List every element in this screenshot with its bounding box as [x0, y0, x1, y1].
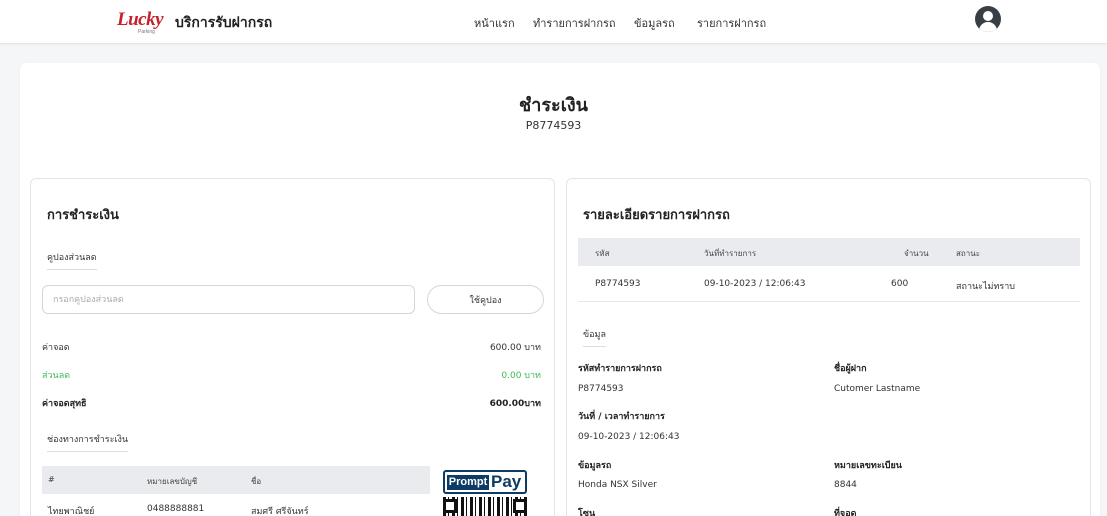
discount-label: ส่วนลด: [42, 371, 71, 381]
plate-label: หมายเลขทะเบียน: [834, 461, 902, 471]
qr-finder-right: [513, 499, 527, 513]
promptpay-logo: Prompt Pay: [443, 470, 527, 494]
nav-new-deposit[interactable]: ทำรายการฝากรถ: [533, 14, 616, 32]
promptpay-pay-text: Pay: [491, 472, 522, 491]
row-divider: [578, 301, 1080, 302]
plate-value: 8844: [834, 480, 857, 490]
row-status: สถานะไม่ทราบ: [956, 282, 1015, 292]
lucky-parking-logo[interactable]: Lucky Parking: [117, 9, 171, 35]
row-amount: 600: [891, 279, 909, 289]
bank-name: ไทยพาณิชย์: [48, 507, 95, 516]
account-number: 0488888881: [147, 504, 205, 514]
user-avatar-icon[interactable]: [975, 6, 1001, 32]
coupon-label: คูปองส่วนลด: [47, 250, 97, 270]
slot-label: ที่จอด: [834, 509, 857, 516]
account-holder: สมศรี ศรีจันทร์: [251, 507, 309, 516]
payment-channels-table: # หมายเลขบัญชี ชื่อ ไทยพาณิชย์ 048888888…: [42, 466, 430, 516]
brand-title[interactable]: บริการรับฝากรถ: [175, 12, 272, 34]
depositor-value: Cutomer Lastname: [834, 384, 921, 394]
col-header-status: สถานะ: [956, 249, 980, 258]
car-info-label: ข้อมูลรถ: [578, 461, 612, 471]
col-header-code: รหัส: [595, 249, 610, 258]
avatar-body: [979, 22, 997, 32]
apply-coupon-button[interactable]: ใช้คูปอง: [427, 285, 544, 314]
logo-subtext: Parking: [138, 29, 155, 35]
net-fee-value: 600.00บาท: [489, 399, 541, 409]
txn-code-label: รหัสทำรายการฝากรถ: [578, 364, 662, 374]
details-title: รายละเอียดรายการฝากรถ: [583, 208, 730, 223]
avatar-head: [983, 11, 993, 21]
row-code: P8774593: [595, 279, 641, 289]
payment-title: การชำระเงิน: [47, 208, 119, 223]
col-header-amount: จำนวน: [904, 249, 929, 258]
col-header-name: ชื่อ: [251, 477, 262, 486]
qr-code-icon: [443, 497, 527, 516]
fee-value: 600.00 บาท: [489, 343, 541, 353]
top-navbar: Lucky Parking บริการรับฝากรถ หน้าแรก ทำร…: [0, 0, 1107, 44]
details-table: รหัส วันที่ทำรายการ จำนวน สถานะ P8774593…: [578, 238, 1080, 302]
coupon-input[interactable]: [42, 285, 415, 314]
depositor-label: ชื่อผู้ฝาก: [834, 364, 867, 374]
details-panel: [566, 178, 1091, 516]
discount-value: 0.00 บาท: [501, 371, 541, 381]
page-reference: P8774593: [525, 119, 582, 132]
page-title: ชำระเงิน: [519, 95, 588, 116]
promptpay-prompt-text: Prompt: [447, 475, 489, 490]
net-fee-label: ค่าจอดสุทธิ: [42, 399, 87, 409]
zone-label: โซน: [578, 509, 596, 516]
channels-table-header: # หมายเลขบัญชี ชื่อ: [42, 466, 430, 494]
payment-channels-label: ช่องทางการชำระเงิน: [47, 432, 129, 452]
details-table-header: รหัส วันที่ทำรายการ จำนวน สถานะ: [578, 238, 1080, 266]
txn-code-value: P8774593: [578, 384, 624, 394]
col-header-date: วันที่ทำรายการ: [704, 249, 757, 258]
datetime-label: วันที่ / เวลาทำรายการ: [578, 412, 665, 422]
car-info-value: Honda NSX Silver: [578, 480, 657, 490]
nav-deposit-list[interactable]: รายการฝากรถ: [697, 14, 766, 32]
fee-label: ค่าจอด: [42, 343, 70, 353]
col-header-index: #: [48, 475, 55, 484]
datetime-value: 09-10-2023 / 12:06:43: [578, 432, 680, 442]
col-header-account: หมายเลขบัญชี: [147, 477, 198, 486]
qr-finder-left: [443, 499, 457, 513]
row-datetime: 09-10-2023 / 12:06:43: [704, 279, 806, 289]
nav-home[interactable]: หน้าแรก: [474, 14, 515, 32]
info-label: ข้อมูล: [583, 327, 607, 347]
logo-text: Lucky: [117, 9, 164, 30]
nav-car-info[interactable]: ข้อมูลรถ: [634, 14, 675, 32]
